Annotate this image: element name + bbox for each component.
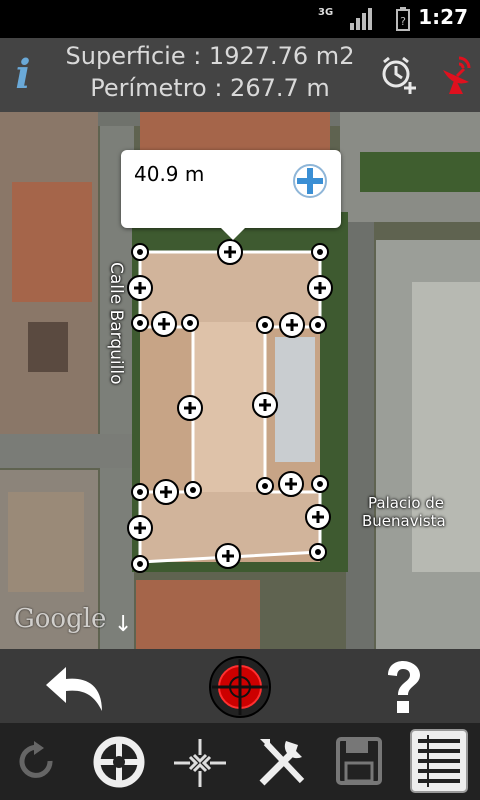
- battery-icon: ?: [396, 7, 410, 31]
- refresh-icon[interactable]: [14, 739, 58, 783]
- save-icon[interactable]: [336, 737, 382, 785]
- add-point-handle: [127, 515, 153, 541]
- segment-length-bubble[interactable]: 40.9 m: [121, 150, 341, 240]
- center-crosshair-icon[interactable]: [172, 737, 228, 789]
- tools-icon[interactable]: [256, 735, 308, 789]
- add-point-handle: [127, 275, 153, 301]
- info-icon[interactable]: i: [10, 52, 36, 98]
- status-bar: 3G ? 1:27: [0, 0, 480, 38]
- add-point-handle: [278, 471, 304, 497]
- list-icon[interactable]: [410, 729, 468, 793]
- place-label-line2: Buenavista: [362, 512, 446, 530]
- add-point-handle: [177, 395, 203, 421]
- street-label: Calle Barquillo: [106, 262, 126, 385]
- add-point-handle: [153, 479, 179, 505]
- add-point-handle: [217, 239, 243, 265]
- alarm-add-icon[interactable]: [378, 54, 420, 96]
- add-point-handle: [305, 504, 331, 530]
- perimeter-readout: Perímetro : 267.7 m: [90, 74, 330, 102]
- add-point-handle: [279, 312, 305, 338]
- satellite-icon[interactable]: [437, 52, 473, 96]
- satellite-map[interactable]: Calle Barquillo Palacio de Buenavista Go…: [0, 112, 480, 649]
- add-segment-icon[interactable]: [293, 164, 327, 198]
- gps-locate-icon[interactable]: [92, 735, 146, 789]
- svg-text:?: ?: [400, 15, 406, 28]
- signal-icon: [350, 8, 372, 30]
- network-type: 3G: [318, 7, 334, 18]
- measurement-header: i Superficie : 1927.76 m2 Perímetro : 26…: [0, 38, 480, 112]
- place-label-line1: Palacio de: [368, 494, 445, 512]
- add-point-handle: [215, 543, 241, 569]
- add-point-handle: [307, 275, 333, 301]
- google-attribution: Google: [14, 604, 107, 634]
- undo-icon[interactable]: [44, 663, 108, 713]
- surface-readout: Superficie : 1927.76 m2: [65, 42, 355, 70]
- toolbar: [0, 723, 480, 800]
- help-icon[interactable]: [380, 659, 426, 715]
- segment-length: 40.9 m: [134, 162, 205, 186]
- add-point-handle: [151, 311, 177, 337]
- action-bar: [0, 649, 480, 723]
- crosshair-target-icon[interactable]: [208, 655, 272, 719]
- down-arrow-icon: ↓: [114, 612, 133, 637]
- clock: 1:27: [418, 5, 468, 29]
- add-point-handle: [252, 392, 278, 418]
